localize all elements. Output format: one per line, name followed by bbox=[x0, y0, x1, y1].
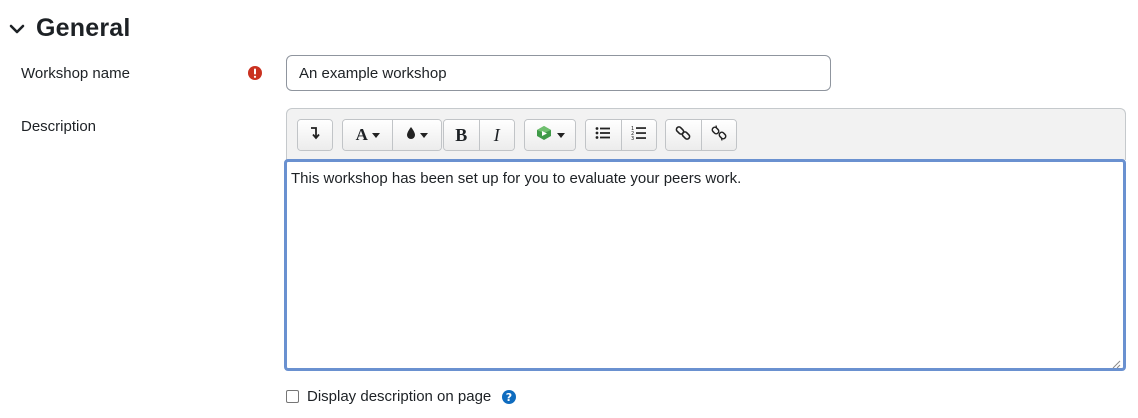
italic-button[interactable]: I bbox=[479, 120, 514, 150]
collapse-toolbar-button[interactable] bbox=[298, 120, 332, 150]
font-style-button[interactable]: A bbox=[343, 120, 394, 150]
caret-down-icon bbox=[371, 132, 380, 138]
font-style-icon: A bbox=[355, 125, 368, 144]
svg-text:3: 3 bbox=[631, 136, 634, 141]
display-description-label[interactable]: Display description on page bbox=[307, 388, 491, 405]
display-description-checkbox[interactable] bbox=[286, 390, 299, 403]
unlink-button[interactable] bbox=[701, 120, 736, 150]
toolbar-group-links bbox=[665, 119, 737, 151]
description-label: Description bbox=[21, 118, 97, 135]
description-content-area[interactable]: This workshop has been set up for you to… bbox=[284, 159, 1126, 371]
media-icon bbox=[535, 125, 553, 146]
caret-down-icon bbox=[420, 132, 429, 138]
toolbar-group-style: A bbox=[342, 119, 442, 151]
svg-text:?: ? bbox=[506, 391, 512, 404]
toolbar-group-format: B I bbox=[443, 119, 515, 151]
required-icon bbox=[247, 65, 263, 81]
toolbar-group-toggle bbox=[297, 119, 333, 151]
link-button[interactable] bbox=[666, 120, 702, 150]
unordered-list-icon bbox=[595, 126, 611, 145]
display-description-row: Display description on page ? bbox=[286, 388, 517, 405]
help-icon[interactable]: ? bbox=[501, 389, 517, 405]
ordered-list-button[interactable]: 1 2 3 bbox=[621, 120, 656, 150]
description-editor: A B I 1 2 3 This workshop has been set u… bbox=[284, 108, 1126, 371]
italic-icon: I bbox=[493, 124, 500, 145]
chevron-down-icon[interactable] bbox=[6, 18, 28, 40]
caret-down-icon bbox=[557, 132, 565, 138]
section-header-general[interactable]: General bbox=[6, 14, 131, 43]
ordered-list-icon: 1 2 3 bbox=[631, 125, 647, 146]
unordered-list-button[interactable] bbox=[586, 120, 622, 150]
unlink-icon bbox=[711, 124, 727, 146]
bold-icon: B bbox=[455, 124, 468, 145]
editor-toolbar: A B I 1 2 3 bbox=[286, 108, 1126, 160]
media-button[interactable] bbox=[525, 120, 575, 150]
resize-handle-icon[interactable] bbox=[1111, 356, 1121, 369]
link-icon bbox=[675, 125, 691, 146]
bold-button[interactable]: B bbox=[444, 120, 480, 150]
text-color-icon bbox=[406, 126, 416, 145]
toolbar-group-lists: 1 2 3 bbox=[585, 119, 657, 151]
toolbar-group-media bbox=[524, 119, 576, 151]
section-title: General bbox=[36, 14, 131, 42]
workshop-name-label: Workshop name bbox=[21, 65, 130, 82]
text-color-button[interactable] bbox=[393, 120, 441, 150]
description-text: This workshop has been set up for you to… bbox=[291, 170, 742, 187]
workshop-name-input[interactable] bbox=[286, 55, 831, 91]
collapse-toolbar-icon bbox=[309, 126, 321, 145]
